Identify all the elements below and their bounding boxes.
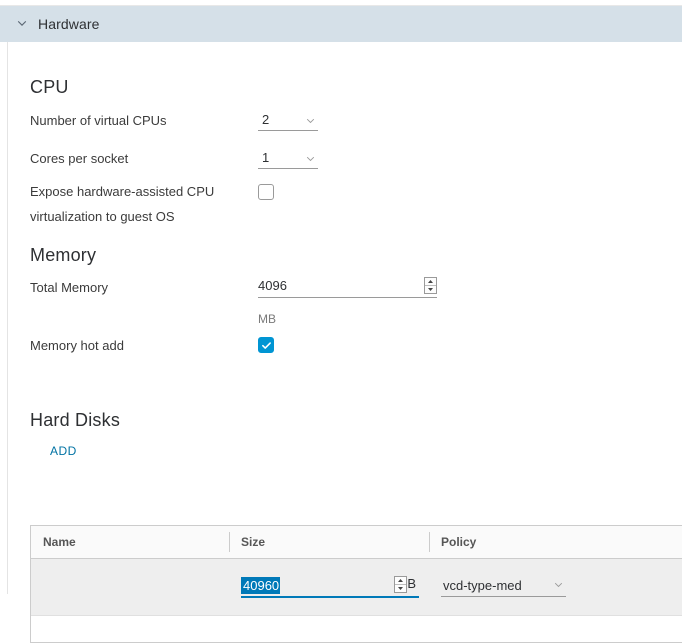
column-header-policy[interactable]: Policy	[429, 526, 682, 558]
field-label: Memory hot add	[30, 338, 124, 353]
field-expose-hardware-virtualization: Expose hardware-assisted CPU virtualizat…	[30, 183, 360, 225]
spinner-down-button[interactable]	[425, 286, 436, 293]
disk-policy-value: vcd-type-med	[443, 577, 522, 593]
table-row[interactable]: 40960 B vcd-type-med	[31, 559, 682, 616]
field-label: Cores per socket	[30, 151, 129, 166]
cpu-heading: CPU	[30, 77, 69, 97]
field-label: Expose hardware-assisted CPU virtualizat…	[30, 183, 258, 225]
total-memory-value: 4096	[258, 278, 287, 293]
cell-disk-name	[31, 559, 229, 615]
field-number-of-virtual-cpus: Number of virtual CPUs 2	[30, 112, 360, 131]
memory-hot-add-checkbox[interactable]	[258, 337, 274, 353]
add-disk-button[interactable]: ADD	[50, 444, 77, 458]
table-header-row: Name Size Policy	[31, 526, 682, 559]
virtual-cpus-value: 2	[262, 112, 270, 127]
hard-disks-heading: Hard Disks	[30, 410, 121, 430]
expose-label-line-1: Expose hardware-assisted CPU	[30, 184, 215, 199]
cell-disk-policy: vcd-type-med	[429, 559, 682, 615]
hard-disks-table: Name Size Policy 40960 B vcd-type-med	[30, 525, 682, 643]
disk-size-unit: B	[407, 575, 416, 591]
hardware-panel: CPU Number of virtual CPUs 2 Cores per s…	[0, 42, 682, 643]
spinner-updown-icon[interactable]	[424, 277, 437, 294]
virtual-cpus-select[interactable]: 2	[258, 112, 318, 131]
field-memory-hot-add: Memory hot add	[30, 337, 360, 354]
hardware-section-header[interactable]: Hardware	[0, 6, 682, 42]
check-icon	[261, 341, 271, 349]
expose-label-line-2: virtualization to guest OS	[30, 209, 175, 224]
expose-virtualization-checkbox[interactable]	[258, 184, 274, 200]
field-label: Total Memory	[30, 280, 109, 295]
section-title: Hardware	[38, 16, 100, 32]
spinner-up-button[interactable]	[395, 577, 407, 585]
spinner-down-button[interactable]	[395, 585, 406, 592]
cores-per-socket-value: 1	[262, 150, 270, 165]
disk-size-value: 40960	[241, 576, 281, 594]
memory-heading: Memory	[30, 245, 97, 265]
disk-size-spinner-group: B	[394, 575, 416, 593]
column-header-size[interactable]: Size	[229, 526, 429, 558]
hardware-content: CPU Number of virtual CPUs 2 Cores per s…	[30, 42, 682, 602]
chevron-down-icon	[305, 152, 316, 163]
cell-disk-size: 40960 B	[229, 559, 429, 615]
column-header-name[interactable]: Name	[31, 526, 229, 558]
field-label: Number of virtual CPUs	[30, 113, 167, 128]
spinner-updown-icon[interactable]	[394, 575, 408, 593]
chevron-down-icon	[305, 114, 316, 125]
field-cores-per-socket: Cores per socket 1	[30, 150, 360, 169]
cores-per-socket-select[interactable]: 1	[258, 150, 318, 169]
total-memory-input[interactable]: 4096	[258, 277, 437, 298]
chevron-down-icon[interactable]	[16, 17, 28, 29]
total-memory-unit: MB	[258, 312, 276, 326]
disk-policy-select[interactable]: vcd-type-med	[441, 578, 566, 597]
panel-left-rule	[7, 42, 8, 594]
chevron-down-icon	[553, 578, 564, 593]
spinner-up-button[interactable]	[425, 278, 436, 286]
disk-size-input[interactable]: 40960 B	[241, 575, 419, 598]
disk-size-editor: 40960 B	[241, 575, 419, 598]
field-total-memory: Total Memory 4096	[30, 277, 440, 298]
table-footer-row	[31, 616, 682, 642]
